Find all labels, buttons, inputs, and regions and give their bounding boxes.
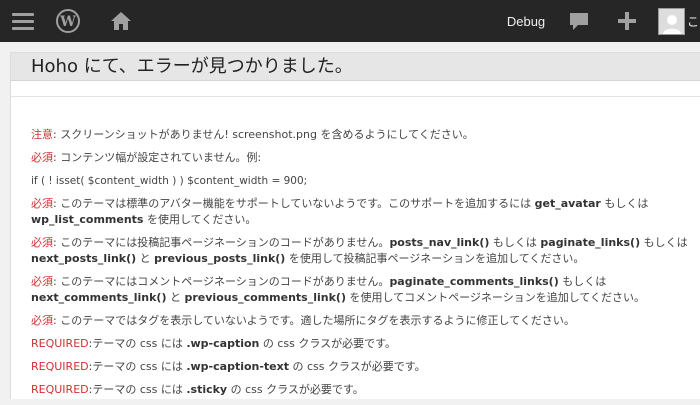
account-name: こ xyxy=(687,14,700,29)
result-text: の css クラスが必要です。 xyxy=(289,360,426,373)
comment-bubble-icon[interactable] xyxy=(566,0,592,42)
result-text: の css クラスが必要です。 xyxy=(259,337,397,350)
page-title: Hoho にて、エラーが見つかりました。 xyxy=(31,56,353,77)
function-name: next_posts_link() xyxy=(31,252,137,265)
result-label: REQUIRED xyxy=(31,337,89,350)
result-label: 必須 xyxy=(31,314,53,327)
menu-icon-bar xyxy=(12,26,34,30)
function-name: next_comments_link() xyxy=(31,291,167,304)
menu-icon-bar xyxy=(12,19,34,23)
title-bar: Hoho にて、エラーが見つかりました。 xyxy=(11,53,700,81)
result-text: を使用してコメントページネーションを追加してください。 xyxy=(345,291,646,304)
result-item: 必須: このテーマにはコメントページネーションのコードがありません。pagina… xyxy=(31,274,695,306)
user-avatar-icon xyxy=(658,7,685,35)
function-name: get_avatar xyxy=(534,197,601,210)
function-name: paginate_links() xyxy=(540,236,641,249)
result-text: :テーマの css には xyxy=(88,337,187,350)
debug-menu[interactable]: Debug xyxy=(504,0,548,42)
function-name: paginate_comments_links() xyxy=(389,275,559,288)
menu-icon-bar xyxy=(12,12,34,16)
user-account-menu[interactable]: こ xyxy=(658,0,700,42)
result-label: 必須 xyxy=(31,197,53,210)
result-label: 注意 xyxy=(31,128,53,141)
result-text: と xyxy=(136,252,155,265)
result-item: 必須: このテーマには投稿記事ページネーションのコードがありません。posts_… xyxy=(31,235,695,267)
result-text: もしくは xyxy=(558,275,607,288)
result-text: の css クラスが必要です。 xyxy=(227,383,364,396)
result-text: を使用してください。 xyxy=(143,213,257,226)
function-name: .wp-caption xyxy=(186,337,260,350)
plus-icon[interactable] xyxy=(614,0,640,42)
result-text: : コンテンツ幅が設定されていません。例: xyxy=(53,151,262,164)
result-label: REQUIRED xyxy=(31,383,89,396)
admin-bar: W Debug こ xyxy=(0,0,700,42)
result-label: 必須 xyxy=(31,275,53,288)
result-text: : このテーマではタグを表示していないようです。適した場所にタグを表示するように… xyxy=(53,314,575,327)
result-label: REQUIRED xyxy=(31,360,89,373)
function-name: posts_nav_link() xyxy=(389,236,490,249)
result-item: 必須: コンテンツ幅が設定されていません。例: xyxy=(31,150,695,166)
code-example: if ( ! isset( $content_width ) ) $conten… xyxy=(31,175,308,187)
result-text: もしくは xyxy=(600,197,649,210)
function-name: .sticky xyxy=(186,383,228,396)
result-item: 必須: このテーマではタグを表示していないようです。適した場所にタグを表示するよ… xyxy=(31,313,695,329)
function-name: previous_comments_link() xyxy=(184,291,346,304)
divider xyxy=(11,96,700,97)
result-text: : このテーマにはコメントページネーションのコードがありません。 xyxy=(53,275,390,288)
result-text: : このテーマには投稿記事ページネーションのコードがありません。 xyxy=(53,236,390,249)
result-text: :テーマの css には xyxy=(88,360,187,373)
result-item: REQUIRED:テーマの css には .wp-caption の css ク… xyxy=(31,336,695,352)
results-list: 注意: スクリーンショットがありません! screenshot.png を含める… xyxy=(31,127,695,405)
menu-toggle-button[interactable] xyxy=(8,0,38,42)
theme-check-panel: Hoho にて、エラーが見つかりました。 注意: スクリーンショットがありません… xyxy=(10,52,700,399)
result-text: を使用して投稿記事ページネーションを追加してください。 xyxy=(285,252,585,265)
result-text: もしくは xyxy=(640,236,688,249)
result-label: 必須 xyxy=(31,236,53,249)
function-name: .wp-caption-text xyxy=(186,360,289,373)
result-text: もしくは xyxy=(489,236,541,249)
result-text: : スクリーンショットがありません! screenshot.png を含めるよう… xyxy=(53,128,474,141)
result-item: REQUIRED:テーマの css には .sticky の css クラスが必… xyxy=(31,382,695,398)
function-name: wp_list_comments xyxy=(31,213,144,226)
wordpress-logo-icon[interactable]: W xyxy=(54,0,82,42)
function-name: previous_posts_link() xyxy=(154,252,286,265)
result-item: REQUIRED:テーマの css には .wp-caption-text の … xyxy=(31,359,695,375)
result-text: :テーマの css には xyxy=(88,383,187,396)
result-text: と xyxy=(166,291,185,304)
svg-text:W: W xyxy=(59,14,76,30)
result-text: : このテーマは標準のアバター機能をサポートしていないようです。このサポートを追… xyxy=(53,197,535,210)
result-label: 必須 xyxy=(31,151,53,164)
home-icon[interactable] xyxy=(108,0,134,42)
result-item: 注意: スクリーンショットがありません! screenshot.png を含める… xyxy=(31,127,695,143)
result-item: 必須: このテーマは標準のアバター機能をサポートしていないようです。このサポート… xyxy=(31,196,695,228)
